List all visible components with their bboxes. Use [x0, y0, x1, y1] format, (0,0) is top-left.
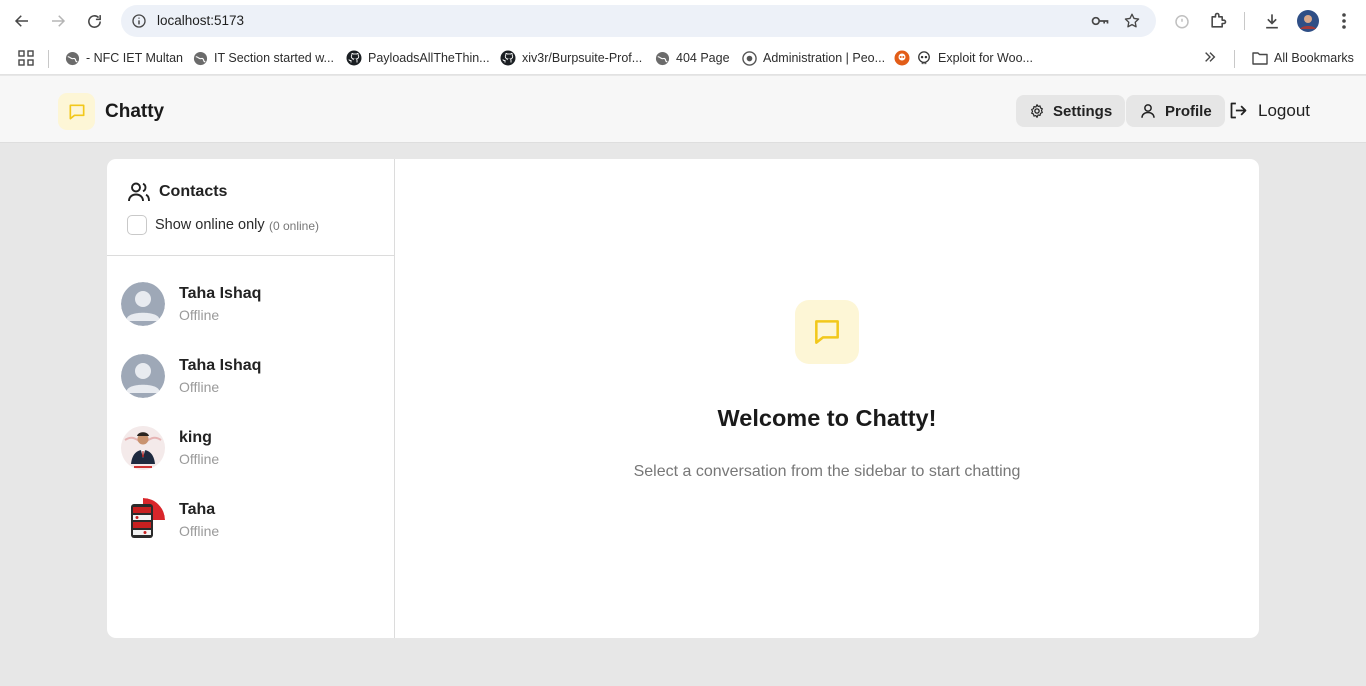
fire-skull-icon [894, 50, 910, 66]
browser-toolbar: localhost:5173 [0, 0, 1366, 42]
bookmark-label: Exploit for Woo... [938, 51, 1033, 65]
password-key-icon[interactable] [1090, 11, 1110, 31]
contact-status: Offline [179, 307, 220, 323]
logout-label: Logout [1258, 100, 1310, 120]
gear-icon [1031, 104, 1043, 118]
contact-status: Offline [179, 451, 220, 467]
bookmark-item[interactable]: xiv3r/Burpsuite-Prof... [500, 50, 642, 66]
bookmark-label: - NFC IET Multan [86, 51, 184, 65]
github-icon [346, 50, 362, 66]
bookmarks-divider [48, 50, 49, 68]
extensions-puzzle-icon[interactable] [1206, 9, 1230, 33]
show-online-label[interactable]: Show online only [155, 217, 265, 233]
bookmark-item[interactable]: IT Section started w... [192, 50, 334, 66]
github-icon [500, 50, 516, 66]
site-info-icon[interactable] [129, 11, 149, 31]
reload-button[interactable] [76, 3, 112, 39]
profile-button[interactable]: Profile [1126, 95, 1225, 127]
bookmark-item[interactable]: Administration | Peo... [741, 50, 885, 66]
globe-icon [654, 50, 670, 66]
bookmark-item[interactable]: - NFC IET Multan [64, 50, 183, 66]
chat-container: Contacts Show online only (0 online) Tah… [107, 159, 1259, 638]
users-icon [128, 182, 150, 202]
bookmark-item[interactable]: PayloadsAllTheThin... [346, 50, 490, 66]
settings-button[interactable]: Settings [1016, 95, 1126, 127]
show-online-checkbox[interactable] [127, 215, 147, 235]
welcome-chat-icon [795, 300, 859, 364]
bookmark-label: xiv3r/Burpsuite-Prof... [522, 51, 643, 65]
bookmarks-divider [1234, 50, 1235, 68]
contact-name: Taha Ishaq [179, 357, 262, 374]
bookmark-label: Administration | Peo... [763, 51, 886, 65]
contact-item[interactable]: king Offline [107, 426, 394, 498]
contact-name: king [179, 429, 212, 446]
logo-chat-icon[interactable] [58, 93, 95, 130]
user-icon [1141, 104, 1155, 118]
contact-item[interactable]: Taha Ishaq Offline [107, 282, 394, 354]
contacts-title: Contacts [159, 183, 228, 200]
brand-name[interactable]: Chatty [105, 101, 164, 123]
globe-icon [192, 50, 208, 66]
arrow-left-icon [14, 15, 28, 27]
contact-name: Taha [179, 501, 216, 518]
default-avatar-icon [121, 282, 165, 326]
downloads-icon[interactable] [1260, 9, 1284, 33]
bookmark-item[interactable]: 404 Page [654, 50, 730, 66]
profile-label: Profile [1165, 102, 1212, 120]
back-button[interactable] [4, 3, 40, 39]
photo-avatar [121, 498, 165, 542]
photo-avatar [121, 426, 165, 470]
bookmarks-bar: - NFC IET Multan IT Section started w...… [0, 42, 1366, 75]
contact-name: Taha Ishaq [179, 285, 262, 302]
sidebar-header: Contacts Show online only (0 online) [107, 159, 394, 256]
all-bookmarks-button[interactable]: All Bookmarks [1252, 50, 1354, 66]
folder-icon [1252, 50, 1268, 66]
globe-icon [64, 50, 80, 66]
toolbar-divider [1244, 12, 1245, 30]
address-bar[interactable]: localhost:5173 [121, 5, 1156, 37]
bookmark-label: IT Section started w... [214, 51, 334, 65]
settings-label: Settings [1053, 102, 1113, 120]
url-text[interactable]: localhost:5173 [157, 13, 244, 28]
browser-menu-icon[interactable] [1332, 9, 1356, 33]
extension-timer-icon[interactable] [1170, 9, 1194, 33]
more-bookmarks-chevron-icon[interactable] [1203, 50, 1217, 64]
logout-button[interactable]: Logout [1228, 100, 1310, 121]
contacts-sidebar: Contacts Show online only (0 online) Tah… [107, 159, 395, 638]
welcome-title: Welcome to Chatty! [717, 405, 937, 431]
app-navbar: Chatty Settings Profile Logout [0, 76, 1366, 143]
contact-item[interactable]: Taha Ishaq Offline [107, 354, 394, 426]
contact-item[interactable]: Taha Offline [107, 498, 394, 570]
welcome-subtitle: Select a conversation from the sidebar t… [633, 463, 1021, 480]
logout-icon [1230, 102, 1247, 119]
apps-grid-icon[interactable] [18, 50, 34, 66]
bookmark-star-icon[interactable] [1122, 11, 1142, 31]
bookmark-label: 404 Page [676, 51, 730, 65]
bookmark-label: PayloadsAllTheThin... [368, 51, 490, 65]
all-bookmarks-label: All Bookmarks [1274, 51, 1354, 65]
arrow-right-icon [52, 15, 66, 27]
contact-status: Offline [179, 523, 220, 539]
gear-badge-icon [741, 50, 757, 66]
skull-icon [916, 50, 932, 66]
online-count: (0 online) [269, 219, 320, 233]
bookmark-item[interactable]: Exploit for Woo... [894, 50, 1033, 66]
browser-profile-avatar[interactable] [1296, 9, 1320, 33]
reload-icon [87, 14, 101, 28]
forward-button[interactable] [40, 3, 76, 39]
contact-status: Offline [179, 379, 220, 395]
default-avatar-icon [121, 354, 165, 398]
